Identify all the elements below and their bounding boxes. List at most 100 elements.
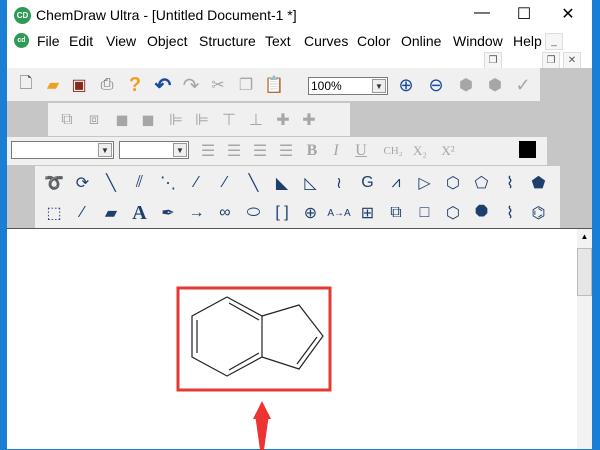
- charge-icon[interactable]: ⊕: [300, 202, 322, 224]
- reaction-mapping-icon[interactable]: A→A: [327, 202, 350, 224]
- structure-clean-icon[interactable]: ⬢: [455, 74, 477, 96]
- cyclohexane-chair-icon[interactable]: ⌇: [499, 172, 521, 194]
- wavy-bond-icon[interactable]: ≀: [328, 172, 350, 194]
- size-select[interactable]: ▼: [119, 141, 189, 159]
- align-right-text-icon[interactable]: ☰: [249, 140, 271, 162]
- align-top-icon[interactable]: ⊤: [218, 109, 240, 131]
- mdi-close-button[interactable]: ✕: [563, 52, 581, 69]
- chain-icon[interactable]: ⩘: [385, 172, 407, 194]
- align-center-v-icon[interactable]: ✚: [272, 109, 294, 131]
- ungroup-icon[interactable]: ⧈: [83, 109, 105, 131]
- align-bottom-icon[interactable]: ⊥: [245, 109, 267, 131]
- wedge-bond-icon[interactable]: ◣: [271, 172, 293, 194]
- new-document-icon[interactable]: 🗋: [15, 74, 37, 96]
- eraser-icon[interactable]: ▰: [100, 202, 122, 224]
- menu-structure[interactable]: Structure: [199, 33, 256, 49]
- vertical-scrollbar[interactable]: ▲: [577, 229, 592, 449]
- menu-help[interactable]: Help: [513, 33, 542, 49]
- menu-file[interactable]: File: [37, 33, 60, 49]
- maximize-button[interactable]: ☐: [509, 4, 539, 24]
- scroll-up-icon[interactable]: ▲: [577, 229, 592, 244]
- italic-button[interactable]: I: [325, 140, 347, 162]
- checkmark-icon[interactable]: ✓: [512, 74, 534, 96]
- group-icon[interactable]: ⧉: [56, 109, 78, 131]
- benzene-icon[interactable]: ⌬: [528, 202, 550, 224]
- menu-edit[interactable]: Edit: [69, 33, 93, 49]
- lasso-icon[interactable]: ➰: [43, 172, 65, 194]
- square-icon[interactable]: □: [414, 202, 436, 224]
- menu-curves[interactable]: Curves: [304, 33, 348, 49]
- open-folder-icon[interactable]: ▰: [42, 74, 64, 96]
- paste-icon[interactable]: 📋: [263, 74, 285, 96]
- zoom-select[interactable]: 100% ▼: [308, 77, 388, 95]
- indene-molecule[interactable]: [191, 296, 324, 377]
- underline-button[interactable]: U: [350, 140, 372, 162]
- align-center-text-icon[interactable]: ☰: [223, 140, 245, 162]
- bold-bond-icon[interactable]: ╲: [243, 172, 265, 194]
- document-icon[interactable]: cd: [14, 33, 29, 48]
- pen-icon[interactable]: ✒: [157, 202, 179, 224]
- templates-icon[interactable]: ⧉: [385, 202, 407, 224]
- marquee-icon[interactable]: ⬚: [43, 202, 65, 224]
- orbital-icon[interactable]: ∞: [214, 202, 236, 224]
- redo-icon[interactable]: ↷: [180, 74, 202, 97]
- single-bond-icon[interactable]: ╲: [100, 172, 122, 194]
- align-left-text-icon[interactable]: ☰: [197, 140, 219, 162]
- bold-button[interactable]: B: [301, 140, 323, 162]
- chevron-down-icon[interactable]: ▼: [372, 79, 386, 93]
- generic-group-icon[interactable]: G: [357, 172, 379, 194]
- align-center-h-icon[interactable]: ✚: [298, 109, 320, 131]
- octagon-icon[interactable]: ⯃: [471, 202, 493, 224]
- color-swatch[interactable]: [519, 141, 536, 158]
- minimize-button[interactable]: —: [467, 4, 497, 22]
- menu-window[interactable]: Window: [453, 33, 503, 49]
- cut-icon[interactable]: ✂: [207, 74, 229, 96]
- save-icon[interactable]: ▣: [68, 74, 90, 96]
- undo-icon[interactable]: ↶: [152, 74, 174, 97]
- rotate-icon[interactable]: ⟳: [72, 172, 94, 194]
- hashed-bond-icon[interactable]: ⁄: [186, 172, 208, 194]
- help-icon[interactable]: ?: [124, 74, 146, 96]
- send-back-icon[interactable]: ◼: [137, 109, 159, 131]
- menu-object[interactable]: Object: [147, 33, 187, 49]
- align-left-icon[interactable]: ⊫: [165, 109, 187, 131]
- drawing-canvas[interactable]: [7, 228, 592, 450]
- zoom-in-icon[interactable]: ⊕: [395, 74, 417, 96]
- mdi-restore-button[interactable]: ❐: [484, 52, 502, 69]
- align-right-icon[interactable]: ⊫: [191, 109, 213, 131]
- cyclohexane-icon[interactable]: ⬡: [442, 172, 464, 194]
- chevron-down-icon[interactable]: ▼: [98, 143, 112, 157]
- mdi-minimize-button[interactable]: _: [545, 33, 563, 50]
- superscript-button[interactable]: X²: [437, 140, 459, 162]
- dashed-bond-icon[interactable]: ⋱: [157, 172, 179, 194]
- menu-online[interactable]: Online: [401, 33, 441, 49]
- arrow-icon[interactable]: →: [186, 202, 208, 224]
- mass-fragmentation-icon[interactable]: ⁄: [72, 202, 94, 224]
- subscript-button[interactable]: X₂: [409, 140, 431, 162]
- cycloheptane-icon[interactable]: ⬠: [471, 172, 493, 194]
- menu-color[interactable]: Color: [357, 33, 390, 49]
- triangle-icon[interactable]: ▷: [414, 172, 436, 194]
- formula-button[interactable]: CH₂: [379, 140, 407, 162]
- font-select[interactable]: ▼: [11, 141, 114, 159]
- print-icon[interactable]: ⎙: [96, 74, 118, 96]
- bring-front-icon[interactable]: ◼: [111, 109, 133, 131]
- chair-icon[interactable]: ⌇: [499, 202, 521, 224]
- justify-text-icon[interactable]: ☰: [275, 140, 297, 162]
- table-icon[interactable]: ⊞: [357, 202, 379, 224]
- oval-icon[interactable]: ⬭: [243, 202, 265, 224]
- scroll-thumb[interactable]: [577, 248, 592, 296]
- menu-view[interactable]: View: [106, 33, 136, 49]
- hashed-wedge-icon[interactable]: ⁄: [214, 172, 236, 194]
- cyclopentadiene-icon[interactable]: ⬟: [528, 172, 550, 194]
- brackets-icon[interactable]: [ ]: [271, 202, 293, 224]
- structure-check-icon[interactable]: ⬢: [484, 74, 506, 96]
- copy-icon[interactable]: ❐: [235, 74, 257, 96]
- menu-text[interactable]: Text: [265, 33, 291, 49]
- close-button[interactable]: ✕: [553, 4, 583, 24]
- zoom-out-icon[interactable]: ⊖: [425, 74, 447, 96]
- text-icon[interactable]: A: [129, 202, 151, 224]
- double-bond-icon[interactable]: ⫽: [129, 172, 151, 194]
- mdi-restore-button-2[interactable]: ❐: [542, 52, 560, 69]
- chevron-down-icon[interactable]: ▼: [173, 143, 187, 157]
